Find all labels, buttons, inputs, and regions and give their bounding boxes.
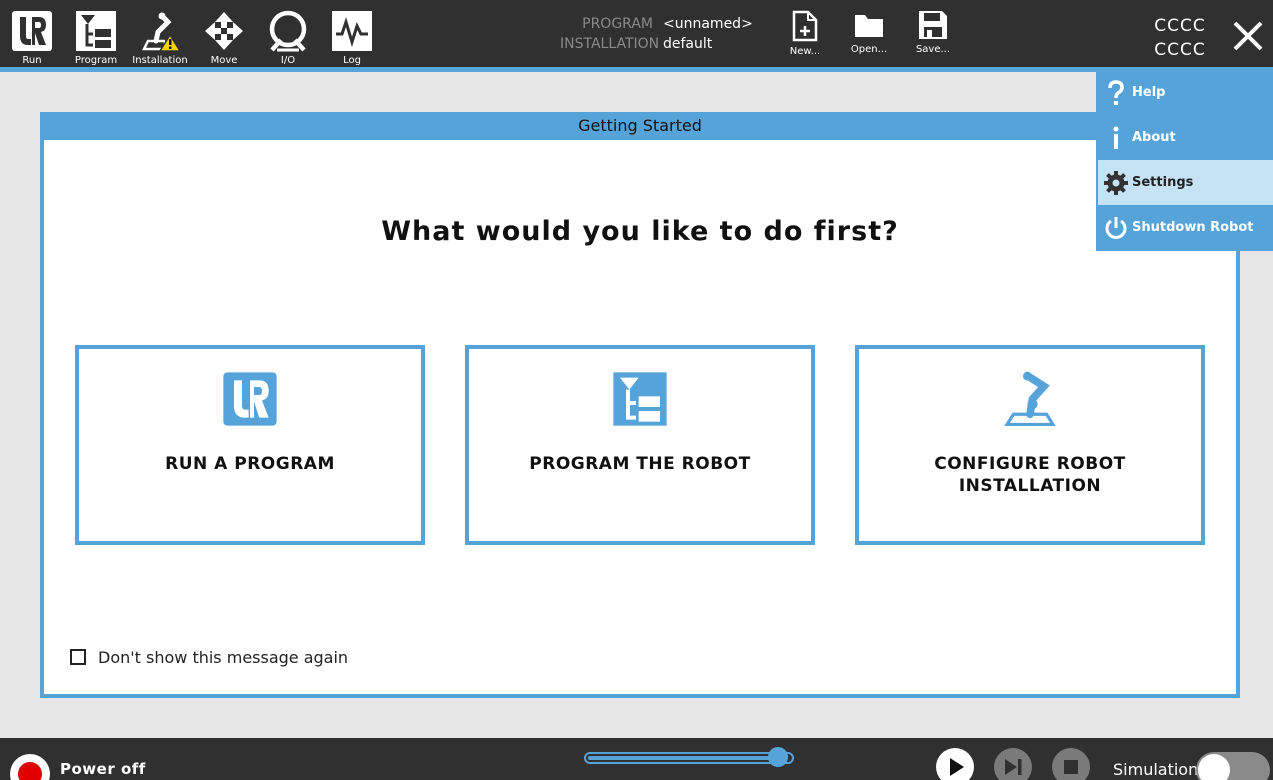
nav-run-label: Run bbox=[22, 55, 42, 66]
open-file-label: Open... bbox=[850, 44, 888, 55]
power-status-label: Power off bbox=[60, 760, 146, 778]
menu-item-shutdown-label: Shutdown Robot bbox=[1132, 220, 1254, 235]
run-program-card-label: RUN A PROGRAM bbox=[165, 454, 335, 474]
menu-item-about-label: About bbox=[1132, 130, 1176, 145]
close-icon bbox=[1233, 21, 1263, 51]
top-bar: Run Program Installation Move I/O Log PR… bbox=[0, 0, 1273, 67]
power-button[interactable] bbox=[10, 754, 50, 780]
step-button[interactable] bbox=[994, 748, 1032, 780]
dialog-heading: What would you like to do first? bbox=[381, 216, 899, 247]
program-value: <unnamed> bbox=[663, 16, 753, 32]
robot-name-line2: CCCC bbox=[1154, 40, 1206, 60]
program-tree-icon bbox=[76, 11, 116, 51]
program-robot-card-label: PROGRAM THE ROBOT bbox=[529, 454, 751, 474]
menu-item-help-label: Help bbox=[1132, 85, 1166, 100]
getting-started-dialog: Getting Started What would you like to d… bbox=[40, 112, 1240, 698]
close-menu-button[interactable] bbox=[1228, 16, 1268, 56]
bottom-bar: Power off Simulation bbox=[0, 738, 1273, 780]
new-file-label: New... bbox=[789, 46, 821, 57]
installation-key: INSTALLATION bbox=[560, 36, 660, 52]
program-robot-card[interactable]: PROGRAM THE ROBOT bbox=[465, 345, 815, 545]
simulation-toggle[interactable] bbox=[1196, 752, 1270, 780]
new-file-icon bbox=[792, 10, 818, 42]
ur-logo-icon bbox=[12, 11, 52, 51]
nav-io-label: I/O bbox=[280, 55, 296, 66]
save-disk-icon bbox=[919, 11, 947, 39]
menu-item-about[interactable]: About bbox=[1098, 115, 1273, 160]
installation-value: default bbox=[663, 36, 713, 52]
ur-logo-icon bbox=[223, 372, 277, 426]
nav-log-button[interactable]: Log bbox=[320, 8, 384, 68]
menu-item-help[interactable]: Help bbox=[1098, 70, 1273, 115]
log-graph-icon bbox=[332, 11, 372, 51]
configure-installation-card[interactable]: CONFIGURE ROBOT INSTALLATION bbox=[855, 345, 1205, 545]
dont-show-again-label: Don't show this message again bbox=[98, 647, 349, 667]
nav-run-button[interactable]: Run bbox=[0, 8, 64, 68]
nav-program-button[interactable]: Program bbox=[64, 8, 128, 68]
io-connector-icon bbox=[269, 10, 307, 52]
robot-arm-icon bbox=[1004, 371, 1056, 427]
speed-slider-fill bbox=[588, 756, 786, 760]
dont-show-again-row[interactable]: Don't show this message again bbox=[70, 647, 348, 667]
stop-icon bbox=[1064, 760, 1078, 774]
speed-slider[interactable] bbox=[584, 747, 794, 767]
stop-button[interactable] bbox=[1052, 748, 1090, 780]
simulation-label: Simulation bbox=[1113, 760, 1199, 779]
dont-show-again-checkbox[interactable] bbox=[70, 649, 86, 665]
save-file-label: Save... bbox=[915, 44, 951, 55]
info-icon bbox=[1100, 125, 1132, 151]
speed-slider-handle[interactable] bbox=[768, 747, 788, 767]
menu-item-shutdown[interactable]: Shutdown Robot bbox=[1098, 205, 1273, 250]
simulation-toggle-knob bbox=[1198, 754, 1230, 780]
run-program-card[interactable]: RUN A PROGRAM bbox=[75, 345, 425, 545]
program-info: PROGRAM <unnamed> INSTALLATION default bbox=[560, 14, 753, 54]
nav-log-label: Log bbox=[343, 55, 361, 66]
top-bar-accent bbox=[0, 67, 1273, 72]
configure-installation-card-label: CONFIGURE ROBOT INSTALLATION bbox=[934, 454, 1126, 496]
nav-move-button[interactable]: Move bbox=[192, 8, 256, 68]
hamburger-menu: Help About Settings Shutdown Robot bbox=[1096, 70, 1273, 251]
robot-name-line1: CCCC bbox=[1154, 16, 1206, 36]
new-file-button[interactable]: New... bbox=[777, 10, 833, 64]
dialog-title: Getting Started bbox=[40, 112, 1240, 140]
folder-icon bbox=[855, 15, 883, 37]
power-icon bbox=[1100, 215, 1132, 241]
move-arrows-icon bbox=[205, 12, 243, 50]
nav-io-button[interactable]: I/O bbox=[256, 8, 320, 68]
robot-arm-warning-icon bbox=[141, 12, 182, 52]
program-key: PROGRAM bbox=[582, 16, 653, 32]
question-icon bbox=[1100, 79, 1132, 106]
open-file-button[interactable]: Open... bbox=[841, 10, 897, 64]
robot-name: CCCC CCCC bbox=[1150, 14, 1210, 62]
gear-icon bbox=[1100, 170, 1132, 196]
nav-move-label: Move bbox=[210, 55, 238, 66]
power-status-indicator bbox=[18, 762, 42, 780]
program-tree-icon bbox=[613, 372, 667, 426]
step-forward-icon bbox=[1005, 759, 1022, 775]
nav-installation-button[interactable]: Installation bbox=[128, 8, 192, 68]
menu-item-settings[interactable]: Settings bbox=[1098, 160, 1273, 205]
nav-program-label: Program bbox=[74, 55, 118, 66]
save-file-button[interactable]: Save... bbox=[905, 10, 961, 64]
play-button[interactable] bbox=[936, 748, 974, 780]
menu-item-settings-label: Settings bbox=[1132, 175, 1194, 190]
nav-installation-label: Installation bbox=[132, 55, 188, 66]
play-icon bbox=[950, 758, 964, 776]
